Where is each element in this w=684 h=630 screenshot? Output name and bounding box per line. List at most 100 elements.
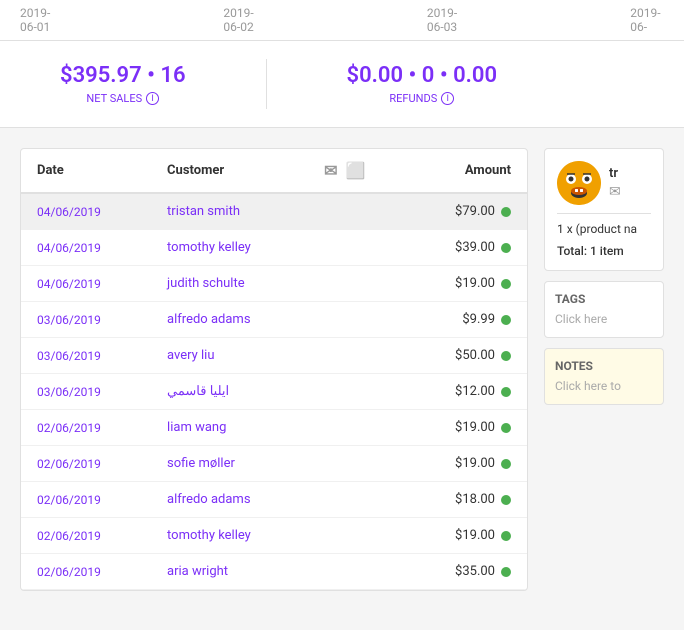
row-icons-spacer <box>308 518 407 554</box>
customer-info: tr ✉ <box>609 166 621 200</box>
row-amount: $19.00 <box>408 446 527 482</box>
row-amount: $12.00 <box>408 374 527 410</box>
row-customer[interactable]: avery liu <box>151 338 308 374</box>
customer-card: tr ✉ 1 x (product na Total: 1 item <box>544 148 664 271</box>
net-sales-amount: $395.97 • 16 <box>60 63 186 88</box>
row-amount: $50.00 <box>408 338 527 374</box>
table-row[interactable]: 04/06/2019judith schulte $19.00 <box>21 266 527 302</box>
date-label-4: 2019-06- <box>630 6 664 34</box>
customer-divider <box>557 213 651 214</box>
export-icon[interactable]: ⬜ <box>346 161 366 180</box>
row-date: 02/06/2019 <box>21 482 151 518</box>
status-dot <box>501 387 511 397</box>
tags-click-here[interactable]: Click here <box>555 312 607 326</box>
row-amount: $39.00 <box>408 230 527 266</box>
row-customer[interactable]: liam wang <box>151 410 308 446</box>
table-row[interactable]: 02/06/2019alfredo adams$18.00 <box>21 482 527 518</box>
refunds-label: REFUNDS i <box>389 92 454 105</box>
row-icons-spacer <box>308 338 407 374</box>
row-date: 04/06/2019 <box>21 230 151 266</box>
row-icons-spacer <box>308 266 407 302</box>
table-row[interactable]: 02/06/2019tomothy kelley $19.00 <box>21 518 527 554</box>
row-date: 03/06/2019 <box>21 302 151 338</box>
row-customer[interactable]: aria wright <box>151 554 308 590</box>
date-label-2: 2019-06-02 <box>223 6 266 34</box>
row-customer[interactable]: alfredo adams <box>151 482 308 518</box>
customer-header: Customer <box>151 149 308 193</box>
date-header: Date <box>21 149 151 193</box>
notes-section: NOTES Click here to <box>544 348 664 405</box>
row-customer[interactable]: judith schulte <box>151 266 308 302</box>
mail-icon[interactable]: ✉ <box>324 161 337 180</box>
status-dot <box>501 423 511 433</box>
status-dot <box>501 243 511 253</box>
status-dot <box>501 531 511 541</box>
date-label-3: 2019-06-03 <box>427 6 470 34</box>
row-icons-spacer <box>308 193 407 230</box>
table-row[interactable]: 03/06/2019ايليا قاسمي $12.00 <box>21 374 527 410</box>
refunds-info-icon[interactable]: i <box>441 92 454 105</box>
row-date: 03/06/2019 <box>21 338 151 374</box>
status-dot <box>501 351 511 361</box>
row-icons-spacer <box>308 482 407 518</box>
row-customer[interactable]: ايليا قاسمي <box>151 374 308 410</box>
customer-name: tr <box>609 166 621 181</box>
row-date: 02/06/2019 <box>21 518 151 554</box>
row-icons-spacer <box>308 230 407 266</box>
table-row[interactable]: 04/06/2019tristan smith$79.00 <box>21 193 527 230</box>
row-customer[interactable]: tomothy kelley <box>151 518 308 554</box>
row-amount: $19.00 <box>408 266 527 302</box>
date-label-1: 2019-06-01 <box>20 6 63 34</box>
net-sales-info-icon[interactable]: i <box>146 92 159 105</box>
status-dot <box>501 567 511 577</box>
row-icons-spacer <box>308 374 407 410</box>
summary-divider <box>266 59 267 109</box>
amount-header: Amount <box>408 149 527 193</box>
notes-click-here[interactable]: Click here to <box>555 379 621 393</box>
avatar <box>557 161 601 205</box>
row-date: 04/06/2019 <box>21 193 151 230</box>
row-date: 02/06/2019 <box>21 446 151 482</box>
row-amount: $19.00 <box>408 518 527 554</box>
table-header-row: Date Customer ✉ ⬜ Amount <box>21 149 527 193</box>
orders-panel: Date Customer ✉ ⬜ Amount 04/06/2019trist… <box>20 148 528 591</box>
table-row[interactable]: 02/06/2019liam wang $19.00 <box>21 410 527 446</box>
table-row[interactable]: 03/06/2019alfredo adams $9.99 <box>21 302 527 338</box>
row-customer[interactable]: alfredo adams <box>151 302 308 338</box>
right-panel: tr ✉ 1 x (product na Total: 1 item TAGS … <box>544 148 664 591</box>
order-total: Total: 1 item <box>557 244 651 258</box>
table-row[interactable]: 02/06/2019aria wright $35.00 <box>21 554 527 590</box>
notes-title: NOTES <box>555 359 653 373</box>
main-content: Date Customer ✉ ⬜ Amount 04/06/2019trist… <box>0 148 684 611</box>
status-dot <box>501 495 511 505</box>
row-amount: $35.00 <box>408 554 527 590</box>
row-icons-spacer <box>308 446 407 482</box>
row-date: 02/06/2019 <box>21 554 151 590</box>
refunds-amount: $0.00 • 0 • 0.00 <box>347 63 498 88</box>
row-customer[interactable]: tristan smith <box>151 193 308 230</box>
orders-table: Date Customer ✉ ⬜ Amount 04/06/2019trist… <box>21 149 527 590</box>
net-sales-section: $395.97 • 16 NET SALES i <box>60 63 186 105</box>
row-date: 03/06/2019 <box>21 374 151 410</box>
row-date: 02/06/2019 <box>21 410 151 446</box>
order-summary: 1 x (product na <box>557 222 651 236</box>
customer-header: tr ✉ <box>557 161 651 205</box>
status-dot <box>501 207 511 217</box>
table-row[interactable]: 04/06/2019tomothy kelley $39.00 <box>21 230 527 266</box>
row-customer[interactable]: tomothy kelley <box>151 230 308 266</box>
status-dot <box>501 279 511 289</box>
row-amount: $19.00 <box>408 410 527 446</box>
summary-bar: $395.97 • 16 NET SALES i $0.00 • 0 • 0.0… <box>0 41 684 128</box>
row-date: 04/06/2019 <box>21 266 151 302</box>
date-bar: 2019-06-01 2019-06-02 2019-06-03 2019-06… <box>0 0 684 41</box>
table-row[interactable]: 02/06/2019sofie møller $19.00 <box>21 446 527 482</box>
tags-section: TAGS Click here <box>544 281 664 338</box>
row-customer[interactable]: sofie møller <box>151 446 308 482</box>
row-icons-spacer <box>308 554 407 590</box>
refunds-section: $0.00 • 0 • 0.00 REFUNDS i <box>347 63 498 105</box>
status-dot <box>501 459 511 469</box>
row-icons-spacer <box>308 410 407 446</box>
row-amount: $9.99 <box>408 302 527 338</box>
table-row[interactable]: 03/06/2019avery liu $50.00 <box>21 338 527 374</box>
customer-email-icon[interactable]: ✉ <box>609 184 621 200</box>
